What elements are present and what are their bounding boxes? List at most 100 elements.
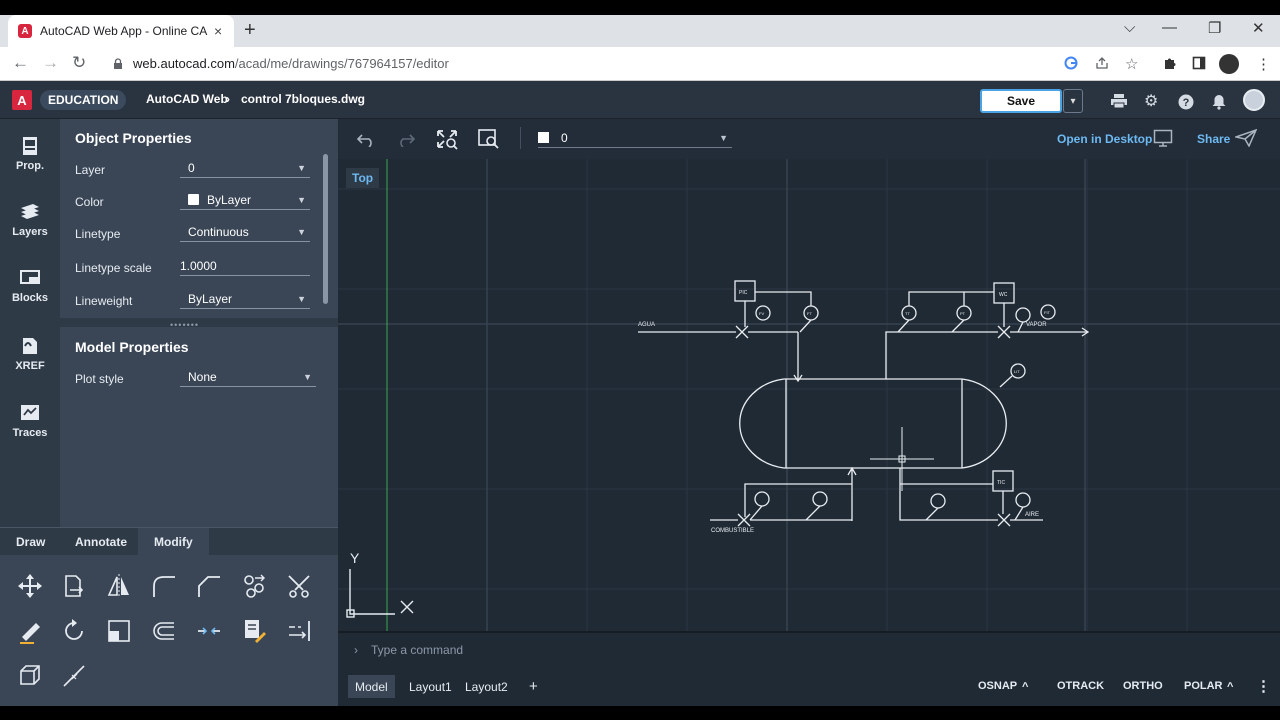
properties-icon: [23, 137, 37, 155]
trim-icon[interactable]: [285, 572, 313, 600]
reload-icon[interactable]: ↻: [72, 53, 86, 73]
browser-tab[interactable]: A AutoCAD Web App - Online CAD ×: [8, 15, 234, 47]
new-tab-button[interactable]: +: [244, 19, 256, 42]
extensions-icon[interactable]: [1162, 56, 1177, 71]
send-paper-plane-icon[interactable]: [1235, 129, 1257, 147]
url-field[interactable]: web.autocad.com/acad/me/drawings/7679641…: [133, 56, 449, 71]
bookmark-star-icon[interactable]: ☆: [1125, 55, 1138, 73]
linetype-scale-value: 1.0000: [180, 258, 217, 273]
label-tt: TT: [905, 311, 910, 316]
chamfer-icon[interactable]: [195, 572, 223, 600]
polar-toggle[interactable]: POLAR: [1184, 680, 1223, 692]
screen-frame-bottom: [0, 706, 1280, 720]
layout-tab-layout1[interactable]: Layout1: [402, 675, 459, 698]
status-more-icon[interactable]: ⋮: [1256, 677, 1271, 695]
osnap-menu-caret[interactable]: ^: [1022, 681, 1028, 693]
drawing-toolbar: 0 ▼ Open in Desktop Share: [338, 119, 1280, 159]
close-window-button[interactable]: ✕: [1252, 19, 1265, 37]
side-panel-icon[interactable]: [1192, 56, 1206, 70]
erase-icon[interactable]: [16, 617, 44, 645]
move-icon[interactable]: [16, 572, 44, 600]
forward-arrow-icon[interactable]: →: [42, 53, 59, 73]
rotate-icon[interactable]: [60, 617, 88, 645]
tab-draw[interactable]: Draw: [0, 528, 61, 556]
address-bar: ← → ↻ web.autocad.com/acad/me/drawings/7…: [0, 47, 1280, 81]
rail-item-blocks[interactable]: Blocks: [0, 257, 60, 315]
back-arrow-icon[interactable]: ←: [12, 53, 29, 73]
open-in-desktop-link[interactable]: Open in Desktop: [1057, 132, 1152, 146]
plot-style-select[interactable]: None ▼: [180, 367, 316, 387]
match-properties-icon[interactable]: [240, 617, 268, 645]
offset-icon[interactable]: [150, 617, 178, 645]
label-pic: PIC: [739, 290, 748, 296]
status-bar: Model Layout1 Layout2 + OSNAP ^ OTRACK O…: [338, 667, 1280, 706]
tab-title: AutoCAD Web App - Online CAD: [40, 24, 208, 38]
command-input[interactable]: Type a command: [371, 643, 463, 657]
current-layer-value: 0: [561, 130, 568, 145]
panel-scrollbar[interactable]: [323, 154, 328, 304]
help-icon[interactable]: ?: [1178, 94, 1194, 110]
save-dropdown-button[interactable]: ▾: [1063, 89, 1083, 113]
linetype-scale-input[interactable]: 1.0000: [180, 256, 310, 276]
notifications-bell-icon[interactable]: [1212, 94, 1226, 110]
rail-item-layers[interactable]: Layers: [0, 191, 60, 249]
layer-select[interactable]: 0 ▼: [180, 158, 310, 178]
otrack-toggle[interactable]: OTRACK: [1057, 680, 1104, 692]
settings-gear-icon[interactable]: ⚙: [1144, 91, 1158, 111]
rail-item-xref[interactable]: XREF: [0, 325, 60, 383]
osnap-toggle[interactable]: OSNAP: [978, 680, 1017, 692]
label-aire: AIRE: [1025, 512, 1039, 518]
restore-button[interactable]: ❐: [1208, 19, 1221, 37]
rail-item-properties[interactable]: Prop.: [0, 125, 60, 183]
array-icon[interactable]: [240, 572, 268, 600]
chevron-down-icon: ▼: [297, 162, 306, 173]
share-page-icon[interactable]: [1095, 56, 1109, 70]
tab-search-icon[interactable]: ⌵: [1124, 19, 1135, 36]
autocad-logo[interactable]: A: [12, 90, 32, 110]
break-icon[interactable]: [195, 617, 223, 645]
browser-menu-icon[interactable]: ⋮: [1256, 55, 1271, 73]
polar-menu-caret[interactable]: ^: [1227, 681, 1233, 693]
explode-icon[interactable]: [16, 662, 44, 690]
layout-tab-model[interactable]: Model: [348, 675, 395, 698]
desktop-monitor-icon[interactable]: [1153, 129, 1173, 147]
rail-item-label: Traces: [12, 427, 48, 439]
linetype-select[interactable]: Continuous ▼: [180, 222, 310, 242]
redo-icon[interactable]: [396, 131, 416, 147]
layout-tab-layout2[interactable]: Layout2: [458, 675, 515, 698]
add-layout-button[interactable]: +: [522, 675, 545, 698]
rail-item-traces[interactable]: Traces: [0, 392, 60, 450]
label-wc: WC: [999, 292, 1008, 298]
zoom-window-icon[interactable]: [477, 128, 501, 150]
color-select[interactable]: ByLayer ▼: [180, 190, 310, 210]
extend-icon[interactable]: [285, 617, 313, 645]
save-button[interactable]: Save: [980, 89, 1062, 113]
share-link[interactable]: Share: [1197, 132, 1230, 146]
view-label-top[interactable]: Top: [346, 168, 380, 188]
lineweight-select[interactable]: ByLayer ▼: [180, 289, 310, 309]
google-icon[interactable]: [1064, 56, 1078, 70]
drawing-viewport[interactable]: Y AGUA VAPOR COMBUSTIBLE AIRE PIC WC TIC…: [338, 159, 1280, 631]
stretch-icon[interactable]: [60, 662, 88, 690]
label-fv: FV: [759, 311, 764, 316]
undo-icon[interactable]: [356, 131, 376, 147]
minimize-button[interactable]: —: [1162, 19, 1177, 36]
command-prompt-icon: ›: [354, 643, 358, 657]
modify-toolbar: [0, 555, 338, 706]
user-avatar[interactable]: [1243, 89, 1265, 111]
zoom-extents-icon[interactable]: [435, 128, 459, 150]
panel-resize-handle[interactable]: •••••••: [60, 318, 338, 330]
ortho-toggle[interactable]: ORTHO: [1123, 680, 1163, 692]
print-icon[interactable]: [1111, 94, 1127, 108]
lineweight-value: ByLayer: [188, 291, 233, 306]
fillet-icon[interactable]: [150, 572, 178, 600]
current-layer-select[interactable]: 0 ▼: [538, 128, 732, 148]
copy-icon[interactable]: [60, 572, 88, 600]
scale-icon[interactable]: [105, 617, 133, 645]
tab-annotate[interactable]: Annotate: [59, 528, 143, 556]
breadcrumb-app[interactable]: AutoCAD Web: [146, 92, 228, 106]
mirror-icon[interactable]: [105, 572, 133, 600]
tab-close-icon[interactable]: ×: [214, 23, 222, 39]
tab-modify[interactable]: Modify: [138, 528, 209, 556]
browser-profile-avatar[interactable]: [1219, 54, 1239, 74]
